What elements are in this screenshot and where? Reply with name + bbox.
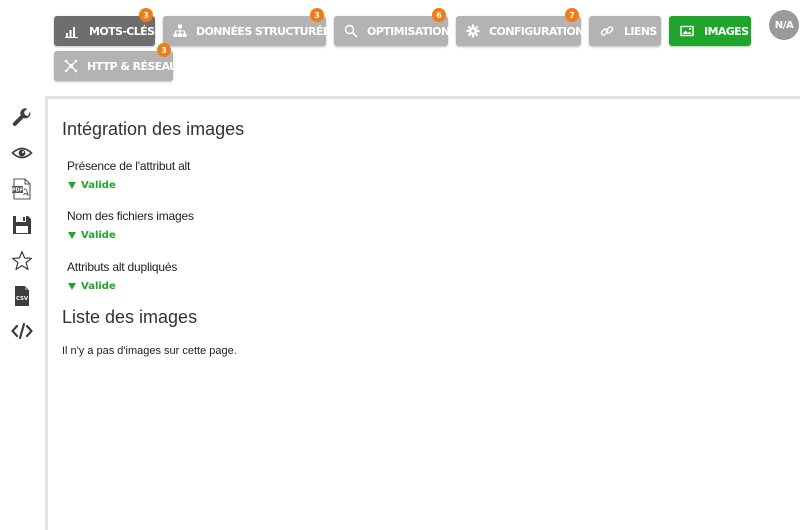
- status-text: Valide: [81, 281, 116, 292]
- tab-images[interactable]: IMAGES: [669, 16, 751, 46]
- wrench-icon[interactable]: [11, 107, 33, 129]
- tab-liens[interactable]: LIENS: [589, 16, 661, 46]
- avatar[interactable]: N/A: [769, 10, 799, 40]
- tab-mots-cles[interactable]: MOTS-CLÉS 3: [54, 8, 155, 46]
- sitemap-icon: [173, 23, 187, 39]
- status-text: Valide: [81, 230, 116, 241]
- tab-label: CONFIGURATION: [489, 24, 584, 38]
- tab-label: MOTS-CLÉS: [89, 24, 155, 38]
- tab-badge: 3: [139, 8, 153, 22]
- triangle-down-icon: [68, 182, 76, 189]
- tab-label: LIENS: [624, 24, 657, 38]
- code-icon[interactable]: [11, 320, 33, 342]
- tab-label: DONNÉES STRUCTURÉES: [196, 24, 338, 38]
- section-title-integration: Intégration des images: [62, 119, 245, 139]
- tab-badge: 3: [310, 8, 324, 22]
- tab-badge: 7: [565, 8, 579, 22]
- check-label-file-names: Nom des fichiers images: [67, 209, 194, 223]
- save-icon[interactable]: [11, 214, 33, 236]
- tab-optimisation[interactable]: OPTIMISATION 6: [334, 8, 450, 46]
- eye-icon[interactable]: [11, 142, 33, 164]
- svg-text:PDF: PDF: [12, 188, 23, 194]
- empty-message: Il n'y a pas d'images sur cette page.: [62, 345, 237, 357]
- section-title-images-list: Liste des images: [62, 307, 198, 327]
- tab-configuration[interactable]: CONFIGURATION 7: [456, 8, 584, 46]
- check-label-duplicate-alt: Attributs alt dupliqués: [67, 260, 178, 274]
- triangle-down-icon: [68, 232, 76, 239]
- triangle-down-icon: [68, 283, 76, 290]
- network-icon: [64, 58, 78, 74]
- tab-label: HTTP & RÉSEAU: [87, 59, 178, 73]
- pdf-icon[interactable]: PDF: [11, 178, 33, 200]
- link-icon: [599, 23, 615, 39]
- tab-donnees-structurees[interactable]: DONNÉES STRUCTURÉES 3: [163, 8, 338, 46]
- star-icon[interactable]: [11, 250, 33, 272]
- tab-badge: 6: [432, 8, 446, 22]
- tab-http-reseau[interactable]: HTTP & RÉSEAU 3: [54, 43, 178, 81]
- search-icon: [344, 23, 358, 39]
- bar-chart-icon: [64, 23, 80, 39]
- svg-text:CSV: CSV: [16, 296, 29, 302]
- status-badge: Valide: [68, 281, 116, 292]
- tab-badge: 3: [157, 43, 171, 57]
- status-badge: Valide: [68, 180, 116, 191]
- check-label-alt-presence: Présence de l'attribut alt: [67, 159, 191, 173]
- tab-label: OPTIMISATION: [367, 24, 450, 38]
- image-icon: [679, 23, 695, 39]
- status-text: Valide: [81, 180, 116, 191]
- tab-label: IMAGES: [704, 24, 749, 38]
- csv-icon[interactable]: CSV: [11, 285, 33, 307]
- gear-icon: [466, 23, 480, 39]
- status-badge: Valide: [68, 230, 116, 241]
